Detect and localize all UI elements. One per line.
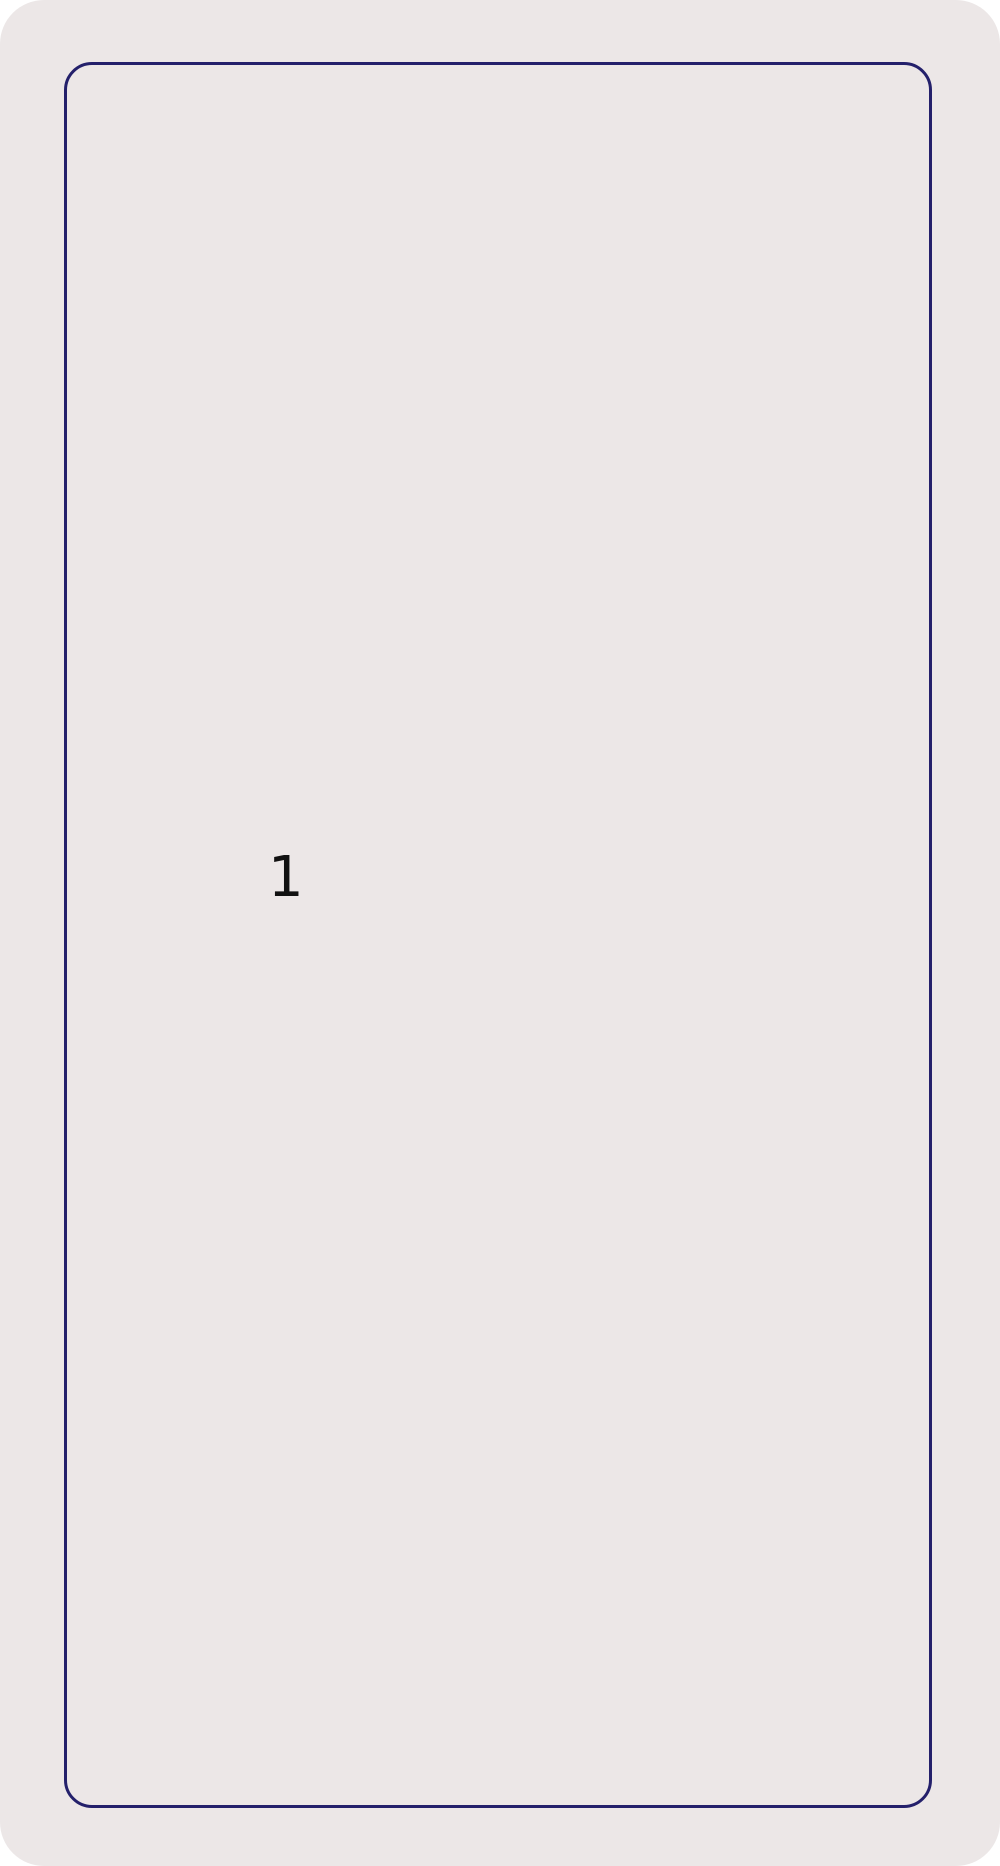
inner-frame xyxy=(64,62,932,1808)
card-number: 1 xyxy=(268,845,304,910)
card: 1 xyxy=(0,0,1000,1866)
